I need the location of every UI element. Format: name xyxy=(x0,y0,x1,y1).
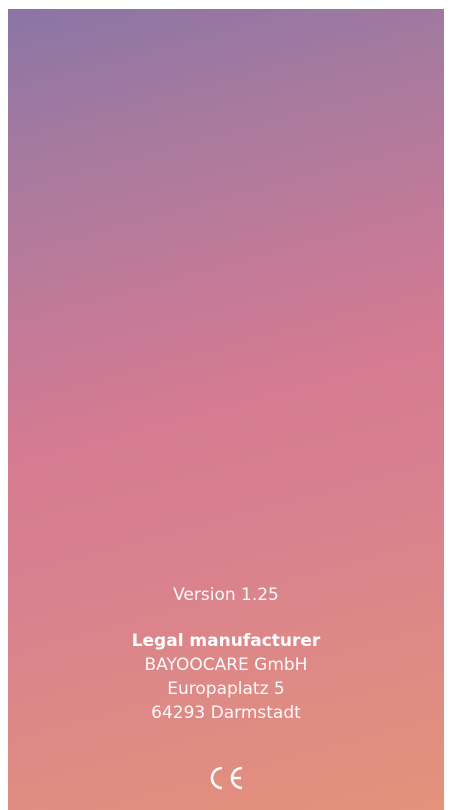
ce-mark-icon xyxy=(210,766,243,790)
legal-manufacturer-block: Legal manufacturer BAYOOCARE GmbH Europa… xyxy=(8,629,444,725)
about-screen: Version 1.25 Legal manufacturer BAYOOCAR… xyxy=(8,9,444,810)
app-info: Version 1.25 Legal manufacturer BAYOOCAR… xyxy=(8,583,444,725)
manufacturer-street: Europaplatz 5 xyxy=(167,679,285,699)
manufacturer-name: BAYOOCARE GmbH xyxy=(144,655,308,675)
manufacturer-city: 64293 Darmstadt xyxy=(151,703,301,723)
legal-manufacturer-heading: Legal manufacturer xyxy=(131,631,321,651)
app-version: Version 1.25 xyxy=(173,585,279,605)
